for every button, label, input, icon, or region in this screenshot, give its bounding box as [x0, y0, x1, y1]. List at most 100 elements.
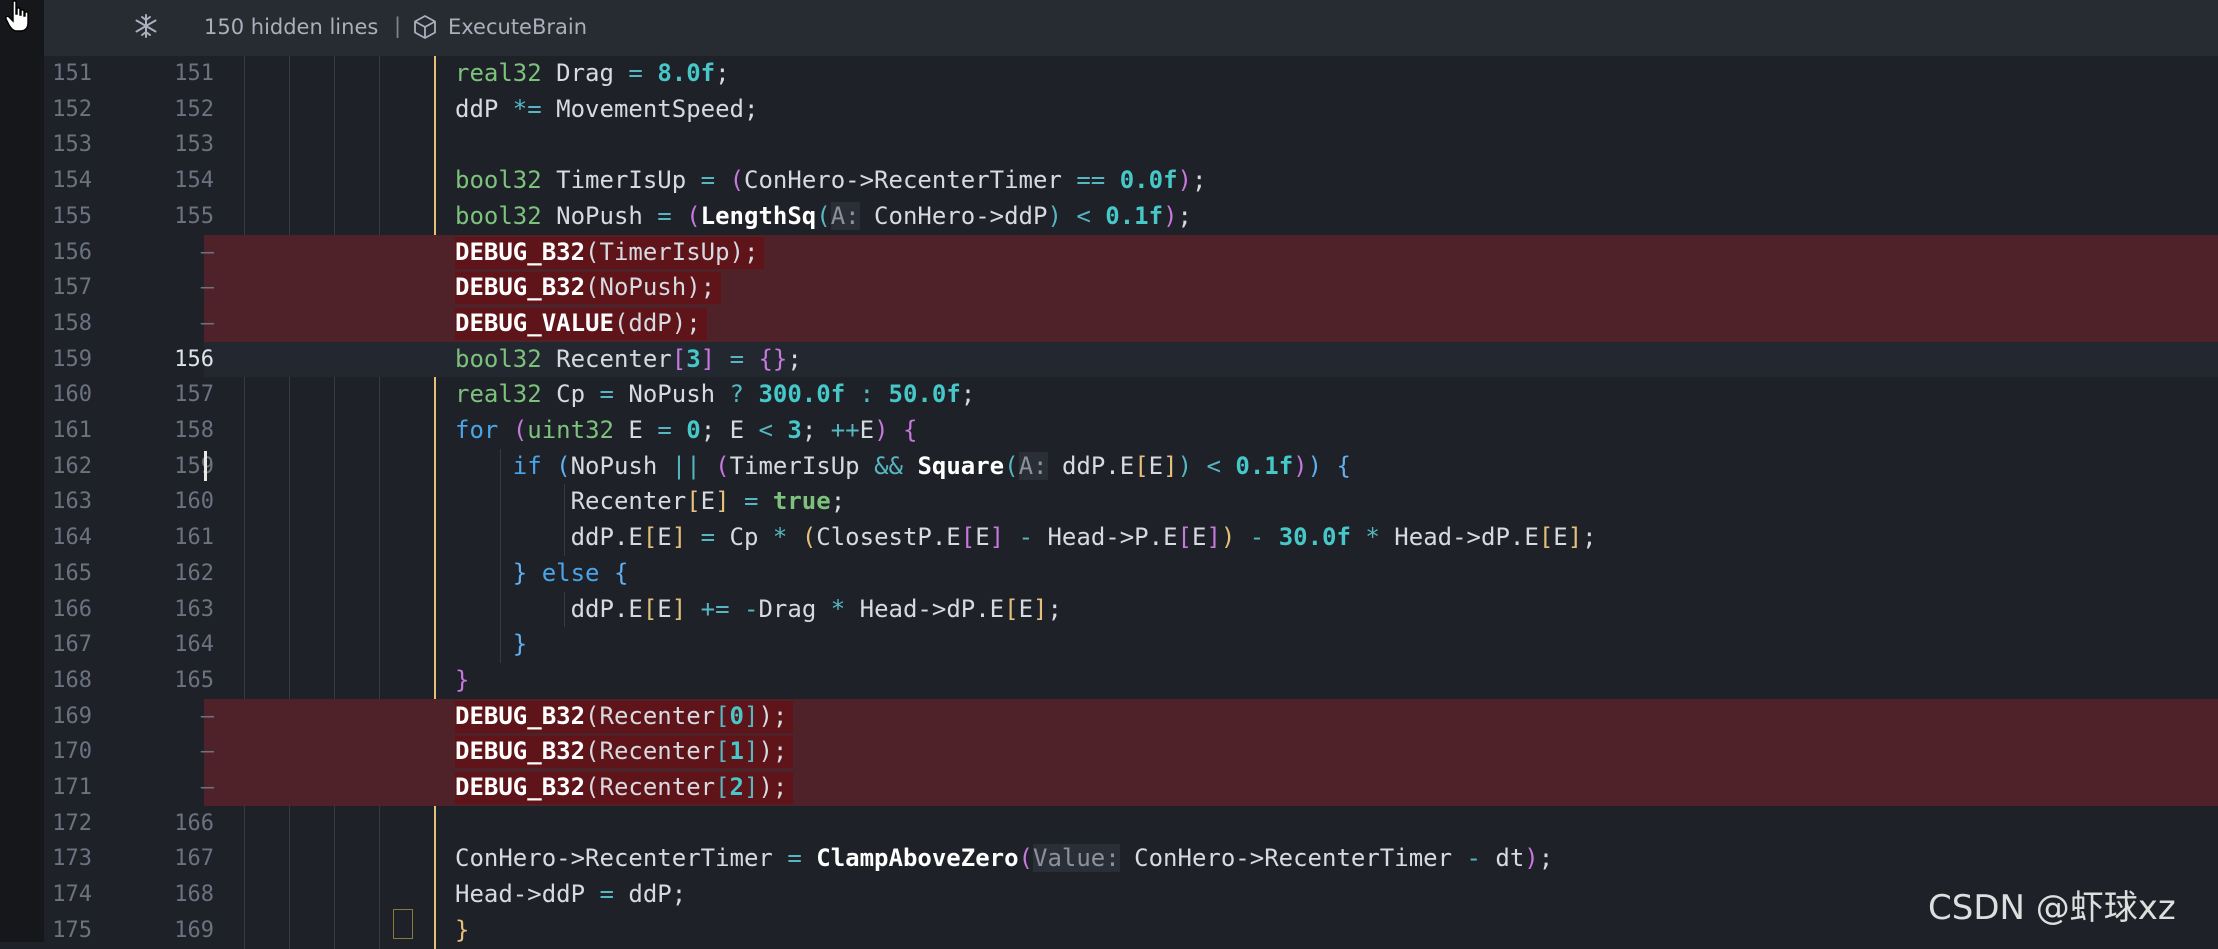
code-text[interactable]: } — [455, 913, 469, 949]
new-line-number: 153 — [174, 132, 214, 158]
code-text[interactable]: real32 Drag = 8.0f; — [455, 56, 730, 92]
hidden-lines-bar[interactable]: 150 hidden lines | ExecuteBrain — [44, 0, 2218, 56]
code-line[interactable]: 166 163 ddP.E[E] += -Drag * Head->dP.E[E]… — [44, 592, 2218, 628]
code-line[interactable]: 172 166 — [44, 806, 2218, 842]
code-text[interactable]: } else { — [455, 556, 629, 592]
code-token: [ — [1004, 594, 1019, 623]
code-line[interactable]: 163 160 Recenter[E] = true; — [44, 484, 2218, 520]
code-token: dt — [1480, 844, 1525, 873]
old-line-number: 173 — [52, 846, 92, 872]
deleted-line[interactable]: 171 — DEBUG_B32(Recenter[2]); — [44, 770, 2218, 806]
code-token: Head->dP.E — [1379, 523, 1539, 552]
code-line[interactable]: 161 158 for (uint32 E = 0; E < 3; ++E) { — [44, 413, 2218, 449]
code-token: (ddP); — [613, 308, 701, 337]
code-line[interactable]: 153 153 — [44, 127, 2218, 163]
code-text[interactable]: for (uint32 E = 0; E < 3; ++E) { — [455, 413, 917, 449]
old-line-number: 156 — [52, 239, 92, 265]
code-token: E — [1148, 451, 1164, 480]
code-token: E — [700, 487, 716, 516]
code-text[interactable]: ddP *= MovementSpeed; — [455, 92, 758, 128]
code-line[interactable]: 152 152 ddP *= MovementSpeed; — [44, 92, 2218, 128]
code-text[interactable]: Recenter[E] = true; — [455, 484, 846, 520]
symbol-name[interactable]: ExecuteBrain — [448, 15, 587, 39]
code-token: ) — [1177, 166, 1192, 195]
code-token: * — [1365, 523, 1380, 552]
code-line[interactable]: 155 155 bool32 NoPush = (LengthSq(A: ConHe… — [44, 199, 2218, 235]
code-token: ; — [960, 380, 976, 409]
code-text[interactable]: DEBUG_B32(TimerIsUp); — [455, 235, 758, 271]
code-line[interactable]: 164 161 ddP.E[E] = Cp * (ClosestP.E[E] - … — [44, 520, 2218, 556]
code-token: Head->P.E — [1033, 523, 1178, 552]
code-token: [ — [960, 523, 976, 552]
code-text[interactable]: bool32 NoPush = (LengthSq(A: ConHero->dd… — [455, 199, 1192, 235]
diff-code-area[interactable]: 151 151 real32 Drag = 8.0f; 152 152 ddP *= Mo… — [44, 56, 2218, 949]
code-text[interactable]: real32 Cp = NoPush ? 300.0f : 50.0f; — [455, 377, 975, 413]
hidden-lines-label[interactable]: 150 hidden lines — [204, 15, 378, 39]
code-text[interactable]: Head->ddP = ddP; — [455, 877, 686, 913]
new-line-number: 166 — [174, 810, 214, 836]
new-line-number: 157 — [174, 382, 214, 408]
code-token: - — [1018, 523, 1034, 552]
code-text[interactable]: DEBUG_B32(Recenter[2]); — [455, 770, 787, 806]
code-token: = — [599, 380, 614, 409]
code-token: [ — [1538, 523, 1554, 552]
code-line[interactable]: 159 156 bool32 Recenter[3] = {}; — [44, 341, 2218, 378]
code-token: Head->dP.E — [845, 594, 1005, 623]
deleted-line[interactable]: 157 — DEBUG_B32(NoPush); — [44, 270, 2218, 306]
code-text[interactable]: bool32 Recenter[3] = {}; — [455, 342, 802, 378]
code-line[interactable]: 173 167 ConHero->RecenterTimer = ClampAbov… — [44, 841, 2218, 877]
code-line[interactable]: 160 157 real32 Cp = NoPush ? 300.0f : 50.0… — [44, 377, 2218, 413]
code-token: [ — [715, 701, 730, 730]
code-line[interactable]: 165 162 } else { — [44, 556, 2218, 592]
code-token: ] — [671, 523, 687, 552]
deleted-line[interactable]: 156 — DEBUG_B32(TimerIsUp); — [44, 234, 2218, 271]
code-text[interactable]: DEBUG_B32(Recenter[0]); — [455, 699, 787, 735]
new-line-number: 159 — [174, 453, 214, 479]
code-line[interactable]: 151 151 real32 Drag = 8.0f; — [44, 56, 2218, 92]
code-text[interactable]: DEBUG_B32(NoPush); — [455, 270, 715, 306]
code-text[interactable]: DEBUG_B32(Recenter[1]); — [455, 734, 787, 770]
code-token: ] — [989, 523, 1005, 552]
code-token: Cp — [541, 380, 600, 409]
code-line[interactable]: 174 168 Head->ddP = ddP; — [44, 877, 2218, 913]
deleted-line[interactable]: 158 — DEBUG_VALUE(ddP); — [44, 305, 2218, 342]
code-text[interactable]: ddP.E[E] += -Drag * Head->dP.E[E]; — [455, 592, 1062, 628]
snowflake-fold-icon[interactable] — [132, 12, 160, 40]
deleted-line[interactable]: 170 — DEBUG_B32(Recenter[1]); — [44, 734, 2218, 770]
code-text[interactable]: } — [455, 663, 469, 699]
old-line-number: 151 — [52, 61, 92, 86]
code-line[interactable]: 154 154 bool32 TimerIsUp = (ConHero->Recen… — [44, 163, 2218, 199]
code-token: ; — [830, 487, 846, 516]
code-line[interactable]: 162 159 if (NoPush || (TimerIsUp && Squar… — [44, 449, 2218, 485]
old-line-number: 165 — [52, 560, 92, 586]
code-token: ); — [758, 701, 788, 730]
code-text[interactable]: bool32 TimerIsUp = (ConHero->RecenterTim… — [455, 163, 1206, 199]
code-line[interactable]: 167 164 } — [44, 627, 2218, 663]
code-token: ] — [1033, 594, 1048, 623]
code-text[interactable]: if (NoPush || (TimerIsUp && Square(A: dd… — [455, 449, 1351, 485]
code-text[interactable]: ddP.E[E] = Cp * (ClosestP.E[E] - Head->P… — [455, 520, 1597, 556]
code-token: ] — [700, 344, 716, 373]
code-text[interactable]: } — [455, 627, 527, 663]
code-token: += — [700, 594, 730, 623]
deleted-line[interactable]: 169 — DEBUG_B32(Recenter[0]); — [44, 698, 2218, 735]
code-line[interactable]: 168 165} — [44, 663, 2218, 699]
old-line-number: 166 — [52, 596, 92, 622]
code-token: 300.0f — [758, 380, 846, 409]
code-text[interactable]: DEBUG_VALUE(ddP); — [455, 306, 701, 342]
line-background — [204, 913, 2218, 949]
code-text[interactable]: ConHero->RecenterTimer = ClampAboveZero(… — [455, 841, 1553, 877]
code-token: 0.1f — [1235, 451, 1294, 480]
code-token: ) — [1177, 451, 1193, 480]
code-token: (Recenter — [585, 701, 716, 730]
code-line[interactable]: 175 169} — [44, 913, 2218, 949]
code-token: ); — [758, 773, 788, 801]
code-token: E — [613, 416, 658, 444]
code-token: if — [512, 451, 542, 480]
